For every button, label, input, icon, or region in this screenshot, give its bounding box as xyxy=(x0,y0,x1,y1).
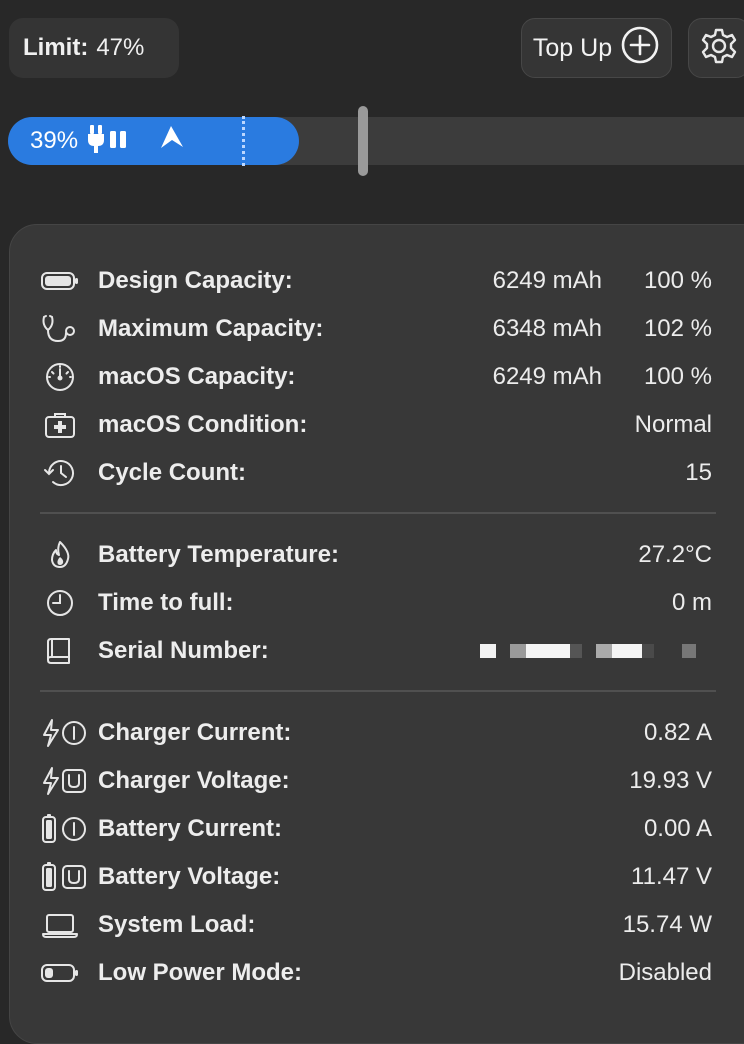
maximum-capacity-value: 6348 mAh xyxy=(492,315,602,342)
battery-low-icon xyxy=(40,953,88,993)
clock-icon xyxy=(40,583,88,623)
macos-capacity-percent: 100 % xyxy=(643,363,712,390)
row-charger-voltage: Charger Voltage: 19.93 V xyxy=(40,761,720,801)
battery-temperature-value: 27.2°C xyxy=(638,541,712,568)
system-load-value: 15.74 W xyxy=(622,911,712,938)
row-low-power-mode: Low Power Mode: Disabled xyxy=(40,953,720,993)
battery-temperature-label: Battery Temperature: xyxy=(98,541,339,568)
limit-indicator[interactable]: Limit: 47% xyxy=(9,18,179,78)
maximum-capacity-label: Maximum Capacity: xyxy=(98,315,324,342)
row-battery-voltage: Battery Voltage: 11.47 V xyxy=(40,857,720,897)
section-divider xyxy=(40,690,716,692)
row-maximum-capacity: Maximum Capacity: 6348 mAh 102 % xyxy=(40,309,720,349)
battery-full-icon xyxy=(40,261,88,301)
time-to-full-label: Time to full: xyxy=(98,589,234,616)
charge-percent: 39% xyxy=(30,127,79,154)
low-power-mode-value: Disabled xyxy=(618,959,712,986)
row-design-capacity: Design Capacity: 6249 mAh 100 % xyxy=(40,261,720,301)
laptop-icon xyxy=(40,905,88,945)
row-battery-temperature: Battery Temperature: 27.2°C xyxy=(40,535,720,575)
medical-bag-icon xyxy=(40,405,88,445)
row-serial-number: Serial Number: xyxy=(40,631,720,671)
gauge-icon xyxy=(40,357,88,397)
macos-capacity-label: macOS Capacity: xyxy=(98,363,296,390)
battery-voltage-label: Battery Voltage: xyxy=(98,863,281,890)
bolt-current-icon xyxy=(40,713,88,753)
book-icon xyxy=(40,631,88,671)
maximum-capacity-percent: 102 % xyxy=(643,315,712,342)
row-macos-capacity: macOS Capacity: 6249 mAh 100 % xyxy=(40,357,720,397)
row-system-load: System Load: 15.74 W xyxy=(40,905,720,945)
design-capacity-percent: 100 % xyxy=(643,267,712,294)
charge-marker xyxy=(242,116,245,166)
macos-condition-value: Normal xyxy=(634,411,712,438)
time-to-full-value: 0 m xyxy=(671,589,712,616)
limit-label: Limit: xyxy=(23,34,89,61)
section-divider xyxy=(40,512,716,514)
plus-circle-icon xyxy=(620,25,660,72)
charger-current-value: 0.82 A xyxy=(643,719,712,746)
macos-capacity-value: 6249 mAh xyxy=(492,363,602,390)
row-time-to-full: Time to full: 0 m xyxy=(40,583,720,623)
settings-button[interactable] xyxy=(688,18,744,78)
limit-value: 47% xyxy=(96,34,145,61)
top-up-label: Top Up xyxy=(532,33,613,62)
bolt-voltage-icon xyxy=(40,761,88,801)
row-macos-condition: macOS Condition: Normal xyxy=(40,405,720,445)
limit-slider-handle[interactable] xyxy=(358,106,368,176)
row-battery-current: Battery Current: 0.00 A xyxy=(40,809,720,849)
cycle-count-value: 15 xyxy=(685,459,712,486)
design-capacity-label: Design Capacity: xyxy=(98,267,293,294)
row-cycle-count: Cycle Count: 15 xyxy=(40,453,720,493)
battery-voltage-icon xyxy=(40,857,88,897)
cycle-count-label: Cycle Count: xyxy=(98,459,247,486)
serial-number-redacted xyxy=(480,644,696,658)
top-up-button[interactable]: Top Up xyxy=(521,18,672,78)
battery-current-icon xyxy=(40,809,88,849)
charger-voltage-label: Charger Voltage: xyxy=(98,767,290,794)
stethoscope-icon xyxy=(40,309,88,349)
macos-condition-label: macOS Condition: xyxy=(98,411,308,438)
charger-current-label: Charger Current: xyxy=(98,719,292,746)
battery-current-value: 0.00 A xyxy=(643,815,712,842)
row-charger-current: Charger Current: 0.82 A xyxy=(40,713,720,753)
design-capacity-value: 6249 mAh xyxy=(492,267,602,294)
charge-level-fill: 39% xyxy=(8,117,299,165)
gear-icon xyxy=(699,26,739,71)
history-clock-icon xyxy=(40,453,88,493)
battery-current-label: Battery Current: xyxy=(98,815,283,842)
location-arrow-icon xyxy=(156,123,186,160)
plug-icon xyxy=(88,122,136,161)
flame-icon xyxy=(40,535,88,575)
charger-voltage-value: 19.93 V xyxy=(629,767,712,794)
battery-voltage-value: 11.47 V xyxy=(631,863,712,890)
